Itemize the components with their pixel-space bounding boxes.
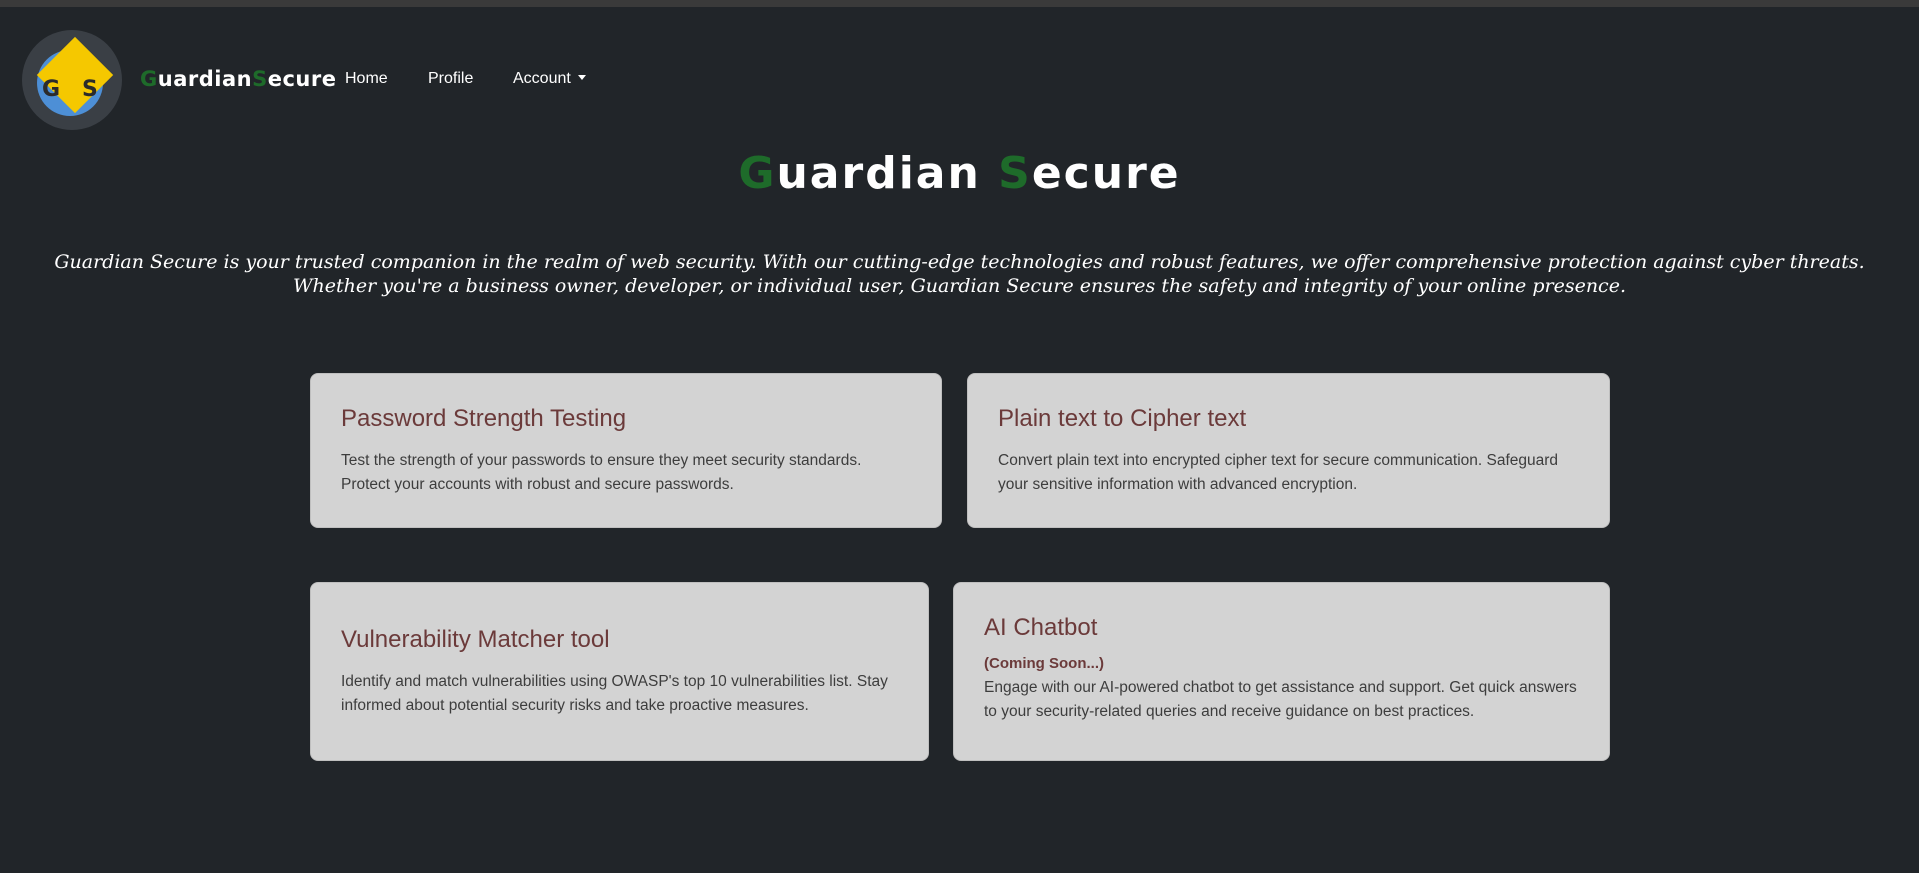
nav-account-dropdown[interactable]: Account [513,70,586,88]
title-text-uardian: uardian [776,148,981,199]
coming-soon-badge: (Coming Soon...) [984,655,1104,672]
card-ai-chatbot[interactable]: AI Chatbot (Coming Soon...) Engage with … [953,582,1610,761]
browser-top-strip [0,0,1919,7]
card-vulnerability-matcher[interactable]: Vulnerability Matcher tool Identify and … [310,582,929,761]
card-password-strength[interactable]: Password Strength Testing Test the stren… [310,373,942,528]
caret-down-icon [577,75,586,80]
nav-home[interactable]: Home [345,70,388,88]
brand-letter-g: G [140,67,158,91]
brand-text-uardian: uardian [157,67,253,91]
card-description: Identify and match vulnerabilities using… [341,673,888,714]
card-title: AI Chatbot [984,614,1098,641]
card-description: Engage with our AI-powered chatbot to ge… [984,679,1577,720]
nav-profile[interactable]: Profile [428,70,473,88]
page-title: Guardian Secure [0,148,1919,199]
title-text-ecure: ecure [1031,148,1181,199]
card-cipher-text[interactable]: Plain text to Cipher text Convert plain … [967,373,1610,528]
brand-letter-s: S [252,67,268,91]
brand-text-ecure: ecure [267,67,337,91]
card-title: Password Strength Testing [341,405,627,432]
logo-letter-g: G [42,77,61,102]
nav-account-label: Account [513,70,571,87]
logo-letter-s: S [82,77,98,102]
card-title: Vulnerability Matcher tool [341,626,610,653]
gs-logo[interactable]: G S [22,30,122,130]
title-letter-g: G [738,148,777,199]
title-letter-s: S [998,148,1032,199]
brand-name[interactable]: GuardianSecure [140,67,336,91]
navbar: G S GuardianSecure Home Profile Account [0,7,1919,152]
card-description: Test the strength of your passwords to e… [341,452,862,493]
card-description: Convert plain text into encrypted cipher… [998,452,1559,493]
card-title: Plain text to Cipher text [998,405,1247,432]
intro-paragraph: Guardian Secure is your trusted companio… [54,251,1865,297]
